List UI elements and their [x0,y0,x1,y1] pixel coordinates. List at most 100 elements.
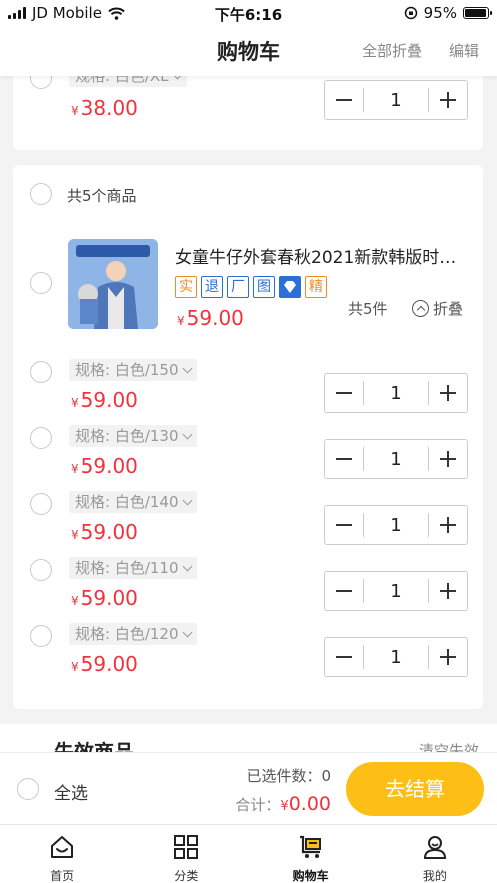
chevron-down-icon [182,561,192,572]
variant-checkbox[interactable] [30,493,52,515]
variant-price: ¥59.00 [71,388,138,412]
quantity-value[interactable]: 1 [364,383,428,404]
price-value: 59.00 [80,586,138,610]
currency-symbol: ¥ [71,660,79,674]
quantity-stepper: 1 [324,571,468,611]
quantity-stepper: 1 [324,439,468,479]
tab-home-label: 首页 [50,869,75,883]
quantity-stepper: 1 [324,80,468,120]
product-title[interactable]: 女童牛仔外套春秋2021新款韩版时… [175,243,456,268]
decrease-button[interactable] [325,374,363,412]
spec-label: 规格: 白色/130 [75,427,179,445]
chevron-down-icon [182,363,192,374]
invalid-section-title: 失效商品 [54,740,134,752]
increase-button[interactable] [429,572,467,610]
service-tags: 实 退 厂 图 精 [175,276,327,298]
price-value: 38.00 [80,96,138,120]
currency-symbol: ¥ [71,396,79,410]
decrease-button[interactable] [325,81,363,119]
item-checkbox[interactable] [30,76,52,89]
nav-header: 购物车 全部折叠 编辑 [0,26,497,76]
spec-selector[interactable]: 规格: 白色/XL [69,76,187,87]
cart-icon [299,835,321,858]
fold-button[interactable]: 折叠 [412,298,463,319]
decrease-button[interactable] [325,638,363,676]
cart-item-partial: 规格: 白色/XL ¥38.00 1 [13,76,483,150]
invalid-section: 失效商品 清空失效 [0,724,497,752]
spec-label: 规格: 白色/XL [75,76,169,85]
product-group-card: 共5个商品 女童牛仔外套春秋2021新款韩版时… 实 退 厂 图 精 ¥ 59.… [13,165,483,709]
product-image[interactable] [68,239,158,329]
quantity-value[interactable]: 1 [364,581,428,602]
group-summary: 共5个商品 [67,187,137,205]
variant-checkbox[interactable] [30,427,52,449]
variant-checkbox[interactable] [30,361,52,383]
chevron-up-circle-icon [412,300,429,317]
chevron-down-icon [172,76,182,80]
tag-return: 退 [201,276,223,298]
increase-button[interactable] [429,440,467,478]
decrease-button[interactable] [325,440,363,478]
tab-mine[interactable]: 我的 [373,825,497,883]
price-value: 59.00 [80,454,138,478]
variant-checkbox[interactable] [30,559,52,581]
total-label: 合计： [235,796,281,814]
fold-label: 折叠 [433,300,464,318]
tab-cart-label: 购物车 [292,869,329,883]
decrease-button[interactable] [325,572,363,610]
increase-button[interactable] [429,81,467,119]
increase-button[interactable] [429,638,467,676]
spec-selector[interactable]: 规格: 白色/150 [69,359,197,381]
spec-label: 规格: 白色/120 [75,625,179,643]
quantity-value[interactable]: 1 [364,515,428,536]
quantity-stepper: 1 [324,637,468,677]
product-checkbox[interactable] [30,272,52,294]
quantity-stepper: 1 [324,373,468,413]
tab-category[interactable]: 分类 [124,825,248,883]
quantity-value[interactable]: 1 [364,449,428,470]
tag-picture: 图 [253,276,275,298]
item-count: 共5件 [348,300,388,318]
selected-count: 已选件数：0 [246,765,331,786]
select-all-label[interactable]: 全选 [54,779,88,804]
collapse-all-button[interactable]: 全部折叠 [362,40,422,61]
variant-price: ¥59.00 [71,652,138,676]
user-icon [423,836,446,859]
chevron-down-icon [182,429,192,440]
chevron-down-icon [182,495,192,506]
spec-selector[interactable]: 规格: 白色/120 [69,623,197,645]
checkout-button[interactable]: 去结算 [346,762,484,816]
quantity-value[interactable]: 1 [364,647,428,668]
currency-symbol: ¥ [280,799,289,814]
increase-button[interactable] [429,374,467,412]
home-icon [51,836,74,858]
spec-selector[interactable]: 规格: 白色/110 [69,557,197,579]
battery-percent: 95% [423,4,457,22]
tab-category-label: 分类 [174,869,199,883]
item-price: ¥38.00 [71,96,138,120]
quantity-value[interactable]: 1 [364,90,428,111]
page-title: 购物车 [217,40,280,64]
price-value: 59.00 [80,652,138,676]
category-grid-icon [174,835,199,859]
edit-button[interactable]: 编辑 [449,40,479,61]
currency-symbol: ¥ [71,528,79,542]
selected-count-value: 0 [321,767,331,785]
variant-checkbox[interactable] [30,625,52,647]
product-price: ¥59.00 [177,306,244,330]
tab-cart[interactable]: 购物车 [249,825,373,883]
spec-label: 规格: 白色/150 [75,361,179,379]
quantity-stepper: 1 [324,505,468,545]
spec-selector[interactable]: 规格: 白色/130 [69,425,197,447]
cart-list[interactable]: 规格: 白色/XL ¥38.00 1 共5个商品 女童牛仔外套春秋2021新款韩… [0,76,497,752]
spec-selector[interactable]: 规格: 白色/140 [69,491,197,513]
select-all-checkbox[interactable] [17,778,39,800]
tab-home[interactable]: 首页 [0,825,124,883]
tag-factory: 厂 [227,276,249,298]
decrease-button[interactable] [325,506,363,544]
variant-price: ¥59.00 [71,454,138,478]
clear-invalid-button[interactable]: 清空失效 [419,740,479,752]
group-checkbox[interactable] [30,183,52,205]
increase-button[interactable] [429,506,467,544]
diamond-icon [279,276,301,298]
